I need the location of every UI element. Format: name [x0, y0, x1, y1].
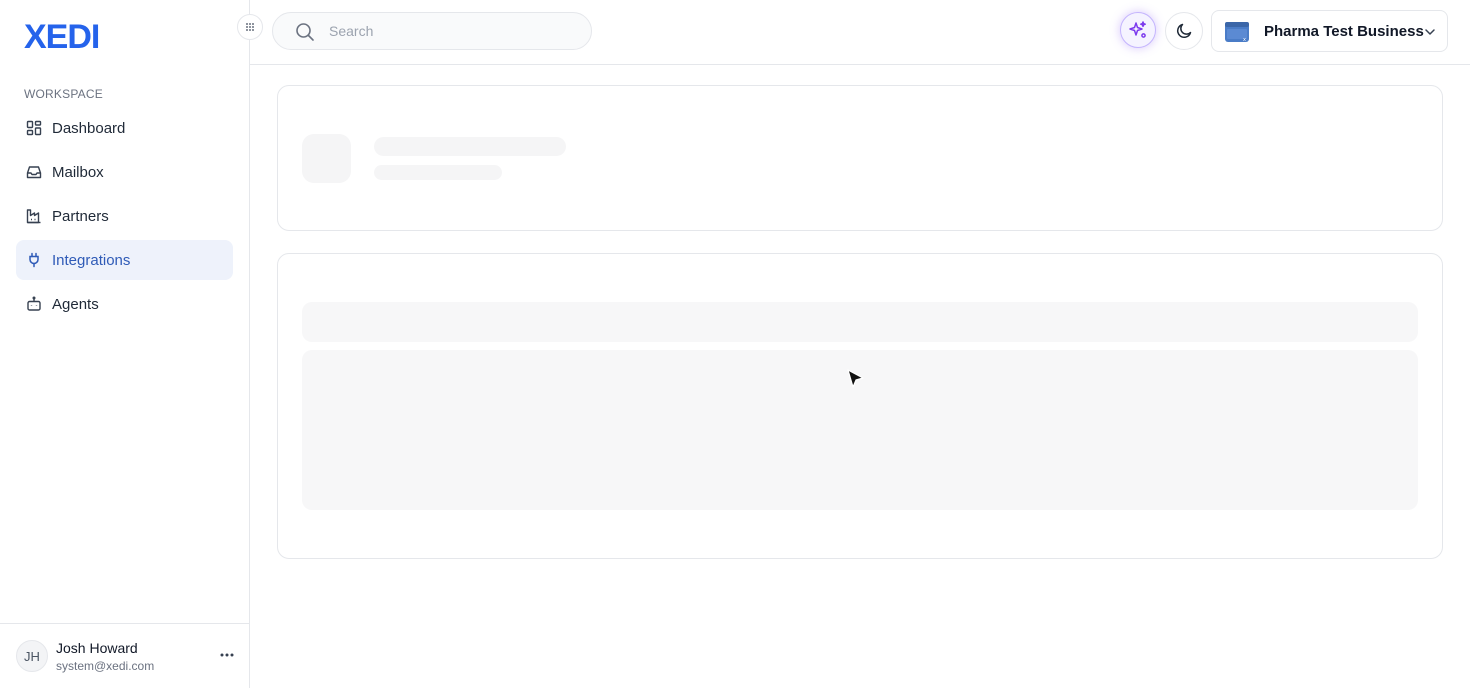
mouse-cursor-icon [845, 368, 867, 392]
inbox-icon [26, 164, 42, 180]
sidebar-item-label: Integrations [52, 251, 131, 269]
skeleton-subtitle-line [374, 165, 502, 180]
sidebar-item-label: Mailbox [52, 163, 104, 181]
chevron-down-icon [1423, 25, 1437, 39]
workspace-section-label: WORKSPACE [24, 87, 103, 101]
moon-icon [1175, 22, 1193, 40]
more-horizontal-icon[interactable] [218, 646, 236, 664]
business-switcher[interactable]: x Pharma Test Business [1211, 10, 1448, 52]
business-name: Pharma Test Business [1264, 23, 1424, 40]
user-email: system@xedi.com [56, 659, 155, 673]
factory-icon [26, 208, 42, 224]
search-box[interactable] [272, 12, 592, 50]
skeleton-title-line [374, 137, 566, 156]
avatar[interactable]: JH [16, 640, 48, 672]
top-bar: x Pharma Test Business [250, 0, 1470, 65]
sparkles-icon [1128, 20, 1148, 40]
theme-toggle-button[interactable] [1165, 12, 1203, 50]
user-name: Josh Howard [56, 640, 138, 656]
sidebar-nav: Dashboard Mailbox Partners Integrations … [16, 108, 233, 328]
search-icon [295, 22, 315, 42]
skeleton-toolbar [302, 302, 1418, 342]
search-input[interactable] [329, 13, 579, 49]
header-card-skeleton [277, 85, 1443, 231]
sidebar-collapse-handle[interactable] [237, 14, 263, 40]
bot-icon [26, 296, 42, 312]
sidebar-item-partners[interactable]: Partners [16, 196, 233, 236]
app-root: XEDI WORKSPACE Dashboard Mailbox Partner… [0, 0, 1470, 688]
plug-icon [26, 252, 42, 268]
ai-assistant-button[interactable] [1120, 12, 1156, 48]
dashboard-grid-icon [26, 120, 42, 136]
xedi-logo[interactable]: XEDI [24, 20, 100, 54]
business-logo-icon: x [1224, 20, 1250, 44]
sidebar-item-label: Dashboard [52, 119, 126, 137]
drag-grip-icon [245, 22, 255, 32]
skeleton-avatar [302, 134, 351, 183]
sidebar-item-dashboard[interactable]: Dashboard [16, 108, 233, 148]
sidebar-item-label: Partners [52, 207, 109, 225]
svg-text:x: x [1243, 37, 1246, 43]
sidebar: XEDI WORKSPACE Dashboard Mailbox Partner… [0, 0, 250, 688]
sidebar-item-agents[interactable]: Agents [16, 284, 233, 324]
sidebar-item-integrations[interactable]: Integrations [16, 240, 233, 280]
sidebar-item-label: Agents [52, 295, 99, 313]
content-card-skeleton [277, 253, 1443, 559]
sidebar-item-mailbox[interactable]: Mailbox [16, 152, 233, 192]
user-profile-footer[interactable]: JH Josh Howard system@xedi.com [0, 623, 249, 688]
